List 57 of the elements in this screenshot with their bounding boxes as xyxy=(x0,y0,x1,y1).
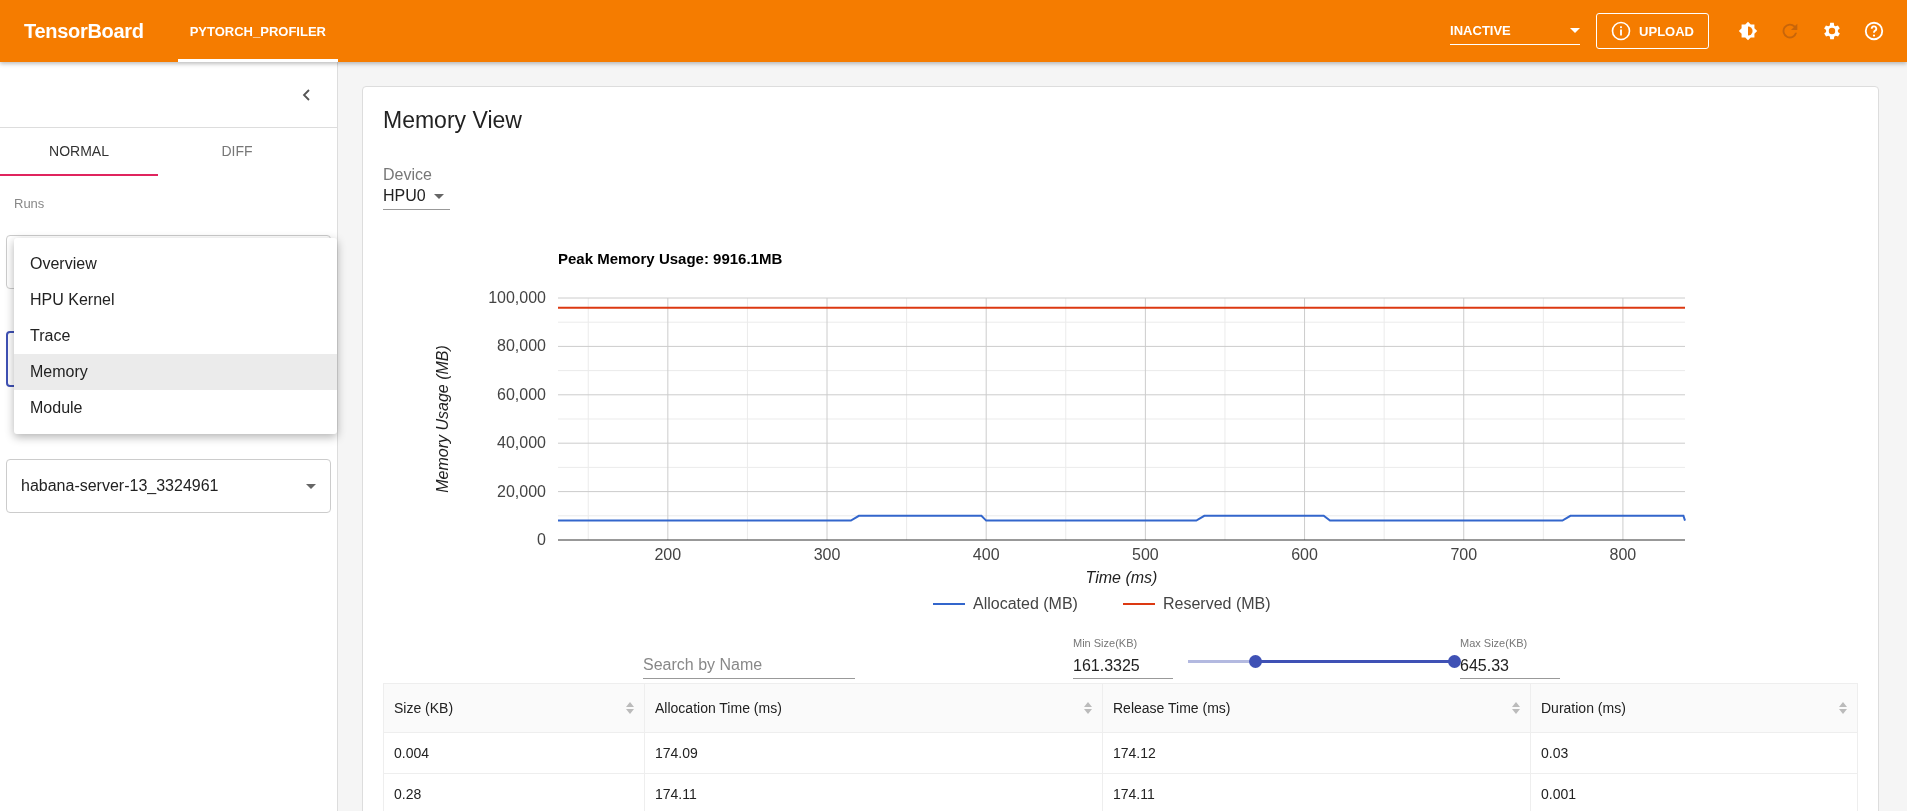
column-header[interactable]: Release Time (ms) xyxy=(1102,683,1531,733)
info-icon xyxy=(1611,21,1632,41)
table-cell: 174.12 xyxy=(1102,732,1531,774)
sort-icon xyxy=(626,702,634,714)
menu-item[interactable]: HPU Kernel xyxy=(14,282,337,318)
sort-icon xyxy=(1839,702,1847,714)
sort-icon xyxy=(1512,702,1520,714)
x-tick-label: 600 xyxy=(1291,546,1318,563)
menu-item[interactable]: Module xyxy=(14,390,337,426)
runs-label: Runs xyxy=(14,196,46,211)
table-cell: 0.004 xyxy=(383,732,645,774)
chart-title: Peak Memory Usage: 9916.1MB xyxy=(558,250,783,267)
table-cell: 0.28 xyxy=(383,773,645,811)
caret-icon xyxy=(1570,28,1581,33)
table-cell: 174.09 xyxy=(644,732,1103,774)
collapse-icon[interactable] xyxy=(301,87,313,102)
slider-thumb[interactable] xyxy=(1248,655,1262,668)
mode-tab[interactable]: DIFF xyxy=(158,128,316,176)
x-axis-title: Time (ms) xyxy=(1085,569,1158,586)
sort-icon xyxy=(1084,702,1092,714)
y-tick-label: 100,000 xyxy=(488,289,546,306)
device-label: Device xyxy=(383,166,432,184)
min-size-field[interactable]: Min Size(KB) 161.3325 xyxy=(1073,637,1173,679)
menu-item[interactable]: Overview xyxy=(14,246,337,282)
y-tick-label: 20,000 xyxy=(497,482,546,500)
mode-tab[interactable]: NORMAL xyxy=(0,128,158,176)
max-size-field[interactable]: Max Size(KB) 645.33 xyxy=(1460,637,1560,679)
y-tick-label: 60,000 xyxy=(497,385,546,403)
column-header[interactable]: Duration (ms) xyxy=(1530,683,1858,733)
y-tick-label: 0 xyxy=(537,531,546,548)
x-tick-label: 200 xyxy=(654,546,682,563)
menu-item[interactable]: Memory xyxy=(14,354,337,390)
page-title: Memory View xyxy=(383,107,522,134)
theme-icon[interactable] xyxy=(1737,20,1759,42)
search-field[interactable]: Search by Name xyxy=(643,652,855,679)
settings-icon[interactable] xyxy=(1821,20,1843,42)
x-tick-label: 400 xyxy=(972,546,1000,563)
column-header[interactable]: Allocation Time (ms) xyxy=(644,683,1103,733)
workers-select[interactable]: habana-server-13_3324961 xyxy=(6,459,331,513)
menu-item[interactable]: Trace xyxy=(14,318,337,354)
slider-thumb[interactable] xyxy=(1448,655,1461,668)
device-select[interactable]: HPU0 xyxy=(383,184,450,210)
x-tick-label: 700 xyxy=(1450,546,1478,563)
y-tick-label: 40,000 xyxy=(497,434,546,452)
y-tick-label: 80,000 xyxy=(497,337,546,355)
caret-icon xyxy=(433,193,444,199)
y-axis-title: Memory Usage (MB) xyxy=(434,345,451,493)
legend-label: Reserved (MB) xyxy=(1163,595,1271,612)
table-cell: 0.03 xyxy=(1530,732,1858,774)
help-icon[interactable] xyxy=(1863,20,1885,42)
x-tick-label: 800 xyxy=(1609,546,1637,563)
caret-icon xyxy=(306,483,316,489)
column-header[interactable]: Size (KB) xyxy=(383,683,645,733)
app-title: TensorBoard xyxy=(24,19,144,43)
x-tick-label: 500 xyxy=(1132,546,1159,563)
x-tick-label: 300 xyxy=(813,546,841,563)
legend-label: Allocated (MB) xyxy=(973,595,1078,612)
